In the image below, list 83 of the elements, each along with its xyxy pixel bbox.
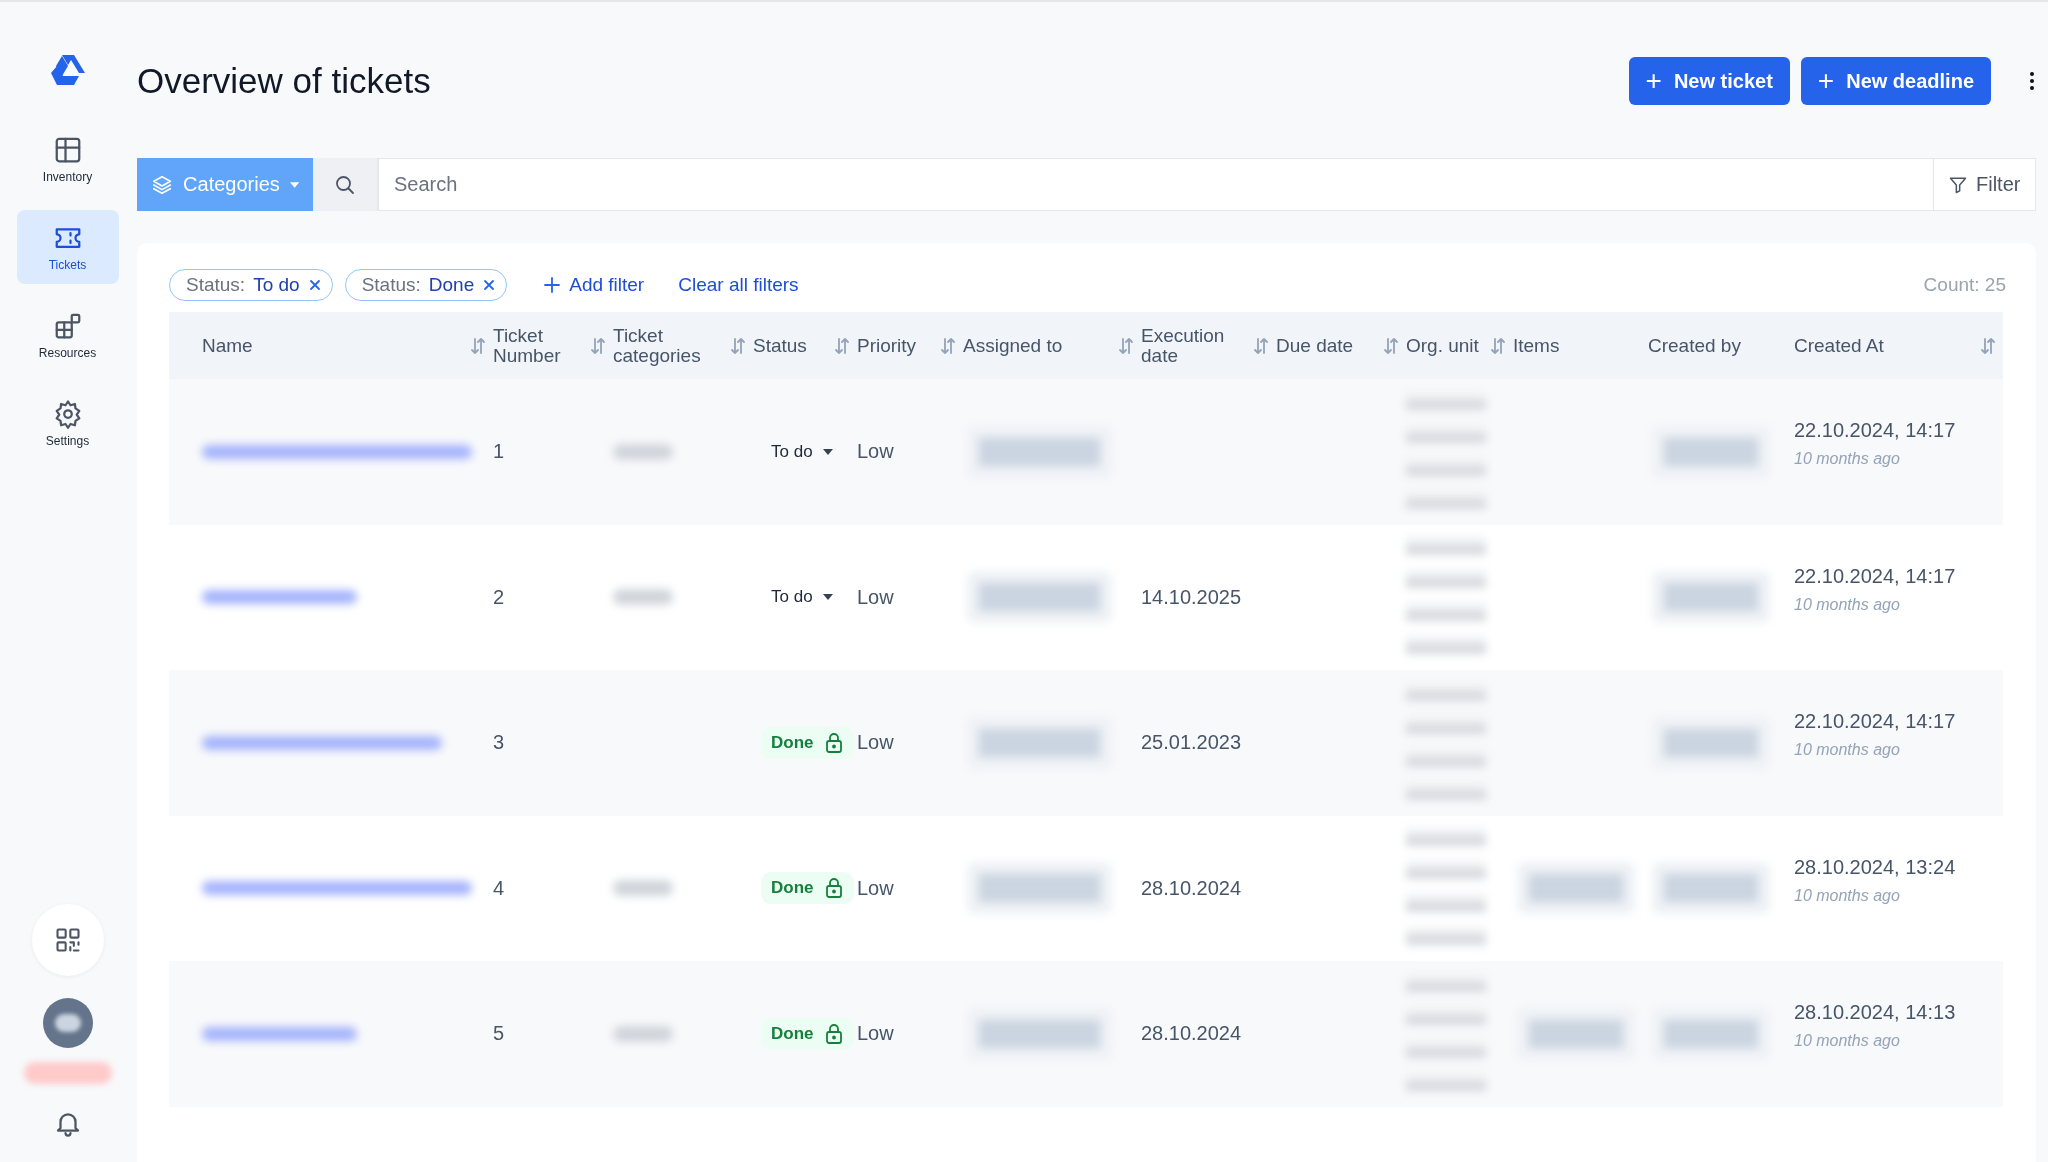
status-badge[interactable]: Done [761, 872, 854, 905]
nav-item[interactable]: Resources [16, 298, 119, 372]
sort-icon [1117, 335, 1135, 356]
relative-time: 10 months ago [1794, 886, 1900, 905]
caret-icon [822, 594, 833, 601]
table-row[interactable]: 5 Done Low 28.10.2024 28.10.2024, 14:13 10 months ago [169, 961, 2003, 1107]
column-header[interactable]: Execution date [1141, 325, 1276, 366]
table-row[interactable]: 3 Done Low 25.01.2023 22.10.2024, 14:17 10 months ago [169, 670, 2003, 816]
table-cell: 28.10.2024, 13:24 [1794, 855, 1956, 879]
nav-item[interactable]: Inventory [16, 122, 119, 196]
table-cell: Low [857, 1022, 894, 1046]
table-cell: 14.10.2025 [1141, 585, 1242, 609]
nav-item[interactable]: Tickets [16, 210, 119, 284]
caret-icon [822, 448, 833, 455]
sort-icon [939, 335, 957, 356]
sort-icon [589, 335, 607, 356]
column-header[interactable]: Due date [1276, 335, 1406, 356]
column-header[interactable]: Assigned to [963, 335, 1141, 356]
relative-time: 10 months ago [1794, 595, 1900, 614]
clear-filters-link[interactable]: Clear all filters [678, 274, 799, 296]
table-cell: Low [857, 731, 894, 755]
relative-time: 10 months ago [1794, 450, 1900, 468]
sort-icon [1489, 335, 1507, 356]
column-header[interactable]: Priority [857, 335, 963, 356]
search-field[interactable]: Search [378, 158, 1934, 211]
table-cell: 2 [493, 585, 505, 609]
status-badge[interactable]: Done [761, 1017, 854, 1050]
column-header[interactable]: Items [1513, 335, 1648, 356]
search-button[interactable] [313, 158, 378, 211]
qr-code-icon [53, 926, 82, 954]
table-cell: Low [857, 876, 894, 900]
caret-icon [289, 181, 299, 188]
sort-icon [1979, 335, 1997, 356]
sort-icon [469, 335, 487, 356]
more-icon [2028, 69, 2036, 93]
filter-button[interactable]: Filter [1934, 158, 2036, 211]
redacted-text [613, 589, 673, 606]
lock-icon [823, 877, 844, 900]
redacted-text [613, 443, 673, 460]
column-header[interactable]: Ticket Number [493, 325, 613, 366]
redacted-text [613, 1025, 673, 1042]
page-title: Overview of tickets [137, 61, 431, 101]
avatar[interactable] [42, 998, 93, 1048]
nav-item[interactable]: Settings [16, 386, 119, 460]
table-cell: 28.10.2024 [1141, 1022, 1242, 1046]
table-cell: 3 [493, 731, 505, 755]
column-header[interactable]: Created by [1648, 335, 1794, 356]
table-cell: 28.10.2024, 14:13 [1794, 1001, 1956, 1024]
relative-time: 10 months ago [1794, 1032, 1900, 1050]
status-badge[interactable]: To do [761, 436, 843, 467]
status-badge[interactable]: To do [761, 582, 843, 613]
status-badge[interactable]: Done [761, 726, 854, 759]
primary-button[interactable]: + New ticket [1628, 57, 1790, 105]
close-icon [482, 278, 497, 292]
close-icon [307, 278, 322, 292]
lock-icon [823, 731, 844, 754]
column-header[interactable]: Name [169, 335, 493, 356]
table-cell: 22.10.2024, 14:17 [1794, 710, 1956, 733]
table-cell: Low [857, 585, 894, 609]
column-header[interactable]: Org. unit [1406, 335, 1513, 356]
table-cell: 28.10.2024 [1141, 876, 1242, 900]
table-cell: 22.10.2024, 14:17 [1794, 564, 1956, 588]
sort-icon [1382, 335, 1400, 356]
plus-icon [543, 276, 562, 294]
primary-button[interactable]: + New deadline [1800, 57, 1991, 105]
add-filter-link[interactable]: Add filter [543, 274, 645, 296]
result-count: Count: 25 [1923, 274, 2006, 296]
column-header[interactable]: Ticket categories [613, 325, 753, 366]
table-cell: 22.10.2024, 14:17 [1794, 419, 1956, 442]
sort-icon [833, 335, 851, 356]
table-cell: 1 [493, 440, 505, 464]
table-cell: 4 [493, 876, 505, 900]
lock-icon [823, 1022, 844, 1045]
relative-time: 10 months ago [1794, 741, 1900, 759]
sort-icon [1252, 335, 1270, 356]
column-header[interactable]: Status [753, 335, 857, 356]
table-row[interactable]: 1 To do Low 22.10.2024, 14:17 10 months ago [169, 379, 2003, 525]
table-cell: Low [857, 440, 894, 464]
column-header[interactable]: Created At [1794, 335, 2003, 356]
table-cell: 25.01.2023 [1141, 731, 1242, 755]
sort-icon [729, 335, 747, 356]
redacted-text [613, 880, 673, 897]
table-cell: 5 [493, 1022, 505, 1046]
